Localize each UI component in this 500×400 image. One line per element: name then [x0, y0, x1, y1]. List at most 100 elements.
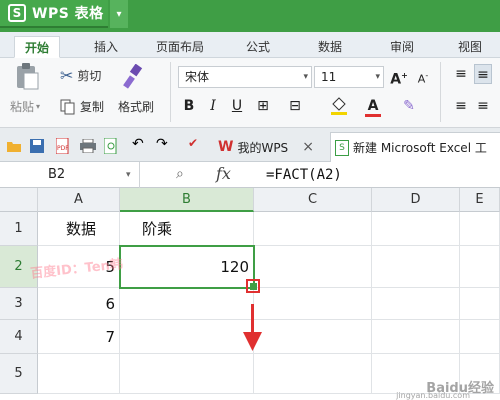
format-painter-icon-button[interactable]: [122, 64, 146, 90]
brush-icon: [122, 64, 146, 90]
row-header-5[interactable]: 5: [0, 354, 38, 394]
export-pdf-icon[interactable]: PDF: [55, 137, 72, 155]
chevron-down-icon: ▾: [375, 72, 380, 82]
cut-button[interactable]: ✂ 剪切: [60, 66, 101, 85]
clipboard-icon: [14, 62, 40, 90]
redo-icon[interactable]: ↷: [156, 136, 172, 152]
merge-cells-button[interactable]: ⊟: [286, 96, 304, 116]
tab-home[interactable]: 开始: [14, 36, 61, 58]
close-icon[interactable]: ×: [302, 139, 314, 155]
font-color-label: A: [367, 98, 379, 114]
font-size-value: 11: [321, 70, 337, 84]
column-header-e[interactable]: E: [460, 188, 500, 212]
baidu-jingyan-url-watermark: jingyan.baidu.com: [396, 391, 470, 400]
select-all-corner[interactable]: [0, 188, 38, 212]
align-middle-icon: ≡: [477, 67, 489, 83]
column-header-b[interactable]: B: [120, 188, 254, 212]
cell-a4[interactable]: 7: [38, 320, 120, 354]
ribbon-toolbar: 粘贴 ▾ ✂ 剪切 复制 格式刷 宋体 ▾ 11 ▾ A+ A- B I U ⊞…: [0, 58, 500, 128]
chevron-down-icon[interactable]: ▾: [126, 170, 131, 180]
copy-button[interactable]: 复制: [60, 98, 104, 115]
fx-button[interactable]: fx: [216, 164, 231, 183]
clear-format-button[interactable]: ✎: [400, 96, 418, 116]
cell-e2[interactable]: [460, 246, 500, 288]
ribbon-tabs: 开始 插入 页面布局 公式 数据 审阅 视图: [0, 32, 500, 58]
fill-color-button[interactable]: [330, 96, 348, 116]
app-menu-dropdown[interactable]: ▾: [110, 0, 128, 28]
formula-bar: B2 ▾ ⌕ fx =FACT(A2): [0, 162, 500, 188]
cell-d3[interactable]: [372, 288, 460, 320]
column-header-d[interactable]: D: [372, 188, 460, 212]
row-header-1[interactable]: 1: [0, 212, 38, 246]
border-grid-icon: ⊞: [257, 98, 269, 114]
align-center-button[interactable]: ≡: [474, 96, 492, 116]
italic-button[interactable]: I: [204, 96, 222, 116]
cell-b5[interactable]: [120, 354, 254, 394]
cell-b1[interactable]: 阶乘: [120, 212, 254, 246]
cell-e4[interactable]: [460, 320, 500, 354]
save-icon[interactable]: [30, 138, 46, 153]
column-header-c[interactable]: C: [254, 188, 372, 212]
doc-tab-excel[interactable]: S 新建 Microsoft Excel 工: [330, 132, 500, 162]
cell-c3[interactable]: [254, 288, 372, 320]
open-folder-icon[interactable]: [6, 138, 22, 152]
align-left-button[interactable]: ≡: [452, 96, 470, 116]
print-icon[interactable]: [80, 138, 96, 154]
cell-a5[interactable]: [38, 354, 120, 394]
cell-c1[interactable]: [254, 212, 372, 246]
cell-c2[interactable]: [254, 246, 372, 288]
bold-button[interactable]: B: [180, 96, 198, 116]
tab-formulas[interactable]: 公式: [246, 36, 270, 58]
cell-c5[interactable]: [254, 354, 372, 394]
svg-text:PDF: PDF: [57, 145, 69, 152]
fill-handle[interactable]: [250, 283, 257, 290]
underline-button[interactable]: U: [228, 96, 246, 116]
cell-c4[interactable]: [254, 320, 372, 354]
grow-font-button[interactable]: A+: [390, 66, 408, 88]
cell-e1[interactable]: [460, 212, 500, 246]
cell-a1[interactable]: 数据: [38, 212, 120, 246]
cell-a3[interactable]: 6: [38, 288, 120, 320]
tab-page-layout[interactable]: 页面布局: [156, 36, 204, 58]
doc-tab-label: 我的WPS: [237, 140, 289, 155]
undo-icon[interactable]: ↶: [132, 136, 148, 152]
row-header-4[interactable]: 4: [0, 320, 38, 354]
cell-d4[interactable]: [372, 320, 460, 354]
tab-view[interactable]: 视图: [458, 36, 482, 58]
cell-b4[interactable]: [120, 320, 254, 354]
wps-logo-icon: S: [8, 4, 26, 22]
align-middle-button[interactable]: ≡: [474, 64, 492, 84]
paste-label-button[interactable]: 粘贴 ▾: [10, 98, 40, 115]
align-center-icon: ≡: [477, 98, 489, 114]
app-menu-button[interactable]: S WPS 表格: [0, 0, 108, 28]
customize-quick-access-icon[interactable]: ✔: [188, 136, 204, 150]
align-top-button[interactable]: ≡: [452, 64, 470, 84]
tab-review[interactable]: 审阅: [390, 36, 414, 58]
name-box[interactable]: B2: [0, 162, 140, 188]
tab-insert[interactable]: 插入: [94, 36, 118, 58]
paste-button[interactable]: [10, 62, 44, 90]
zoom-icon[interactable]: ⌕: [176, 166, 184, 182]
borders-button[interactable]: ⊞: [254, 96, 272, 116]
chevron-down-icon: ▾: [36, 102, 41, 111]
row-header-3[interactable]: 3: [0, 288, 38, 320]
ribbon-separator: [170, 62, 171, 122]
wps-w-icon: W: [218, 139, 234, 155]
font-name-select[interactable]: 宋体 ▾: [178, 66, 312, 88]
doc-tab-my-wps[interactable]: W 我的WPS ×: [214, 132, 328, 162]
font-size-select[interactable]: 11 ▾: [314, 66, 384, 88]
cell-d2[interactable]: [372, 246, 460, 288]
shrink-font-button[interactable]: A-: [414, 66, 432, 86]
cell-d1[interactable]: [372, 212, 460, 246]
format-painter-button[interactable]: 格式刷: [118, 98, 154, 115]
cell-b3[interactable]: [120, 288, 254, 320]
cell-e3[interactable]: [460, 288, 500, 320]
column-header-a[interactable]: A: [38, 188, 120, 212]
tab-data[interactable]: 数据: [318, 36, 342, 58]
increase-icon: +: [401, 71, 408, 80]
font-color-button[interactable]: A: [364, 96, 382, 117]
table-icon: ⊟: [289, 98, 301, 114]
formula-input[interactable]: =FACT(A2): [266, 162, 342, 188]
drag-down-arrow-icon: [243, 332, 262, 351]
print-preview-icon[interactable]: [103, 137, 120, 155]
